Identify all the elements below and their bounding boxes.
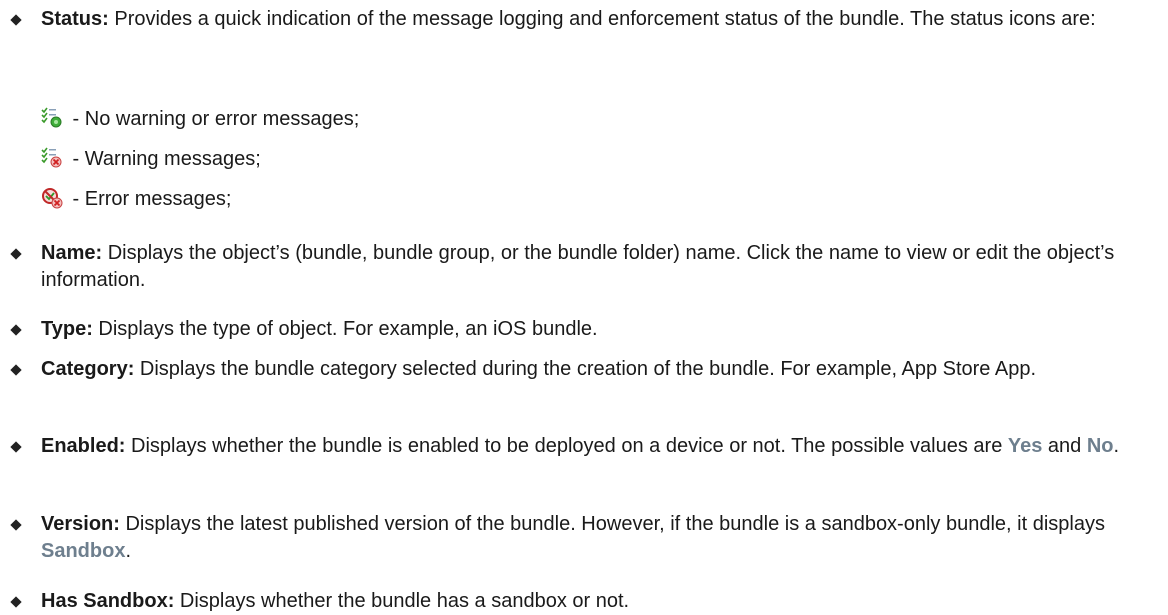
status-icon-row-ok: - No warning or error messages;	[41, 106, 359, 132]
status-icon-row-error: - Error messages;	[41, 186, 231, 212]
description-status: Provides a quick indication of the messa…	[108, 8, 1096, 30]
error-status-icon	[41, 187, 63, 209]
bullet-icon	[10, 324, 22, 336]
value-sandbox: Sandbox	[41, 540, 126, 562]
bullet-icon	[10, 248, 22, 260]
bullet-icon	[10, 14, 22, 26]
status-icon-label-warning: - Warning messages;	[67, 148, 261, 170]
status-icon-label-ok: - No warning or error messages;	[67, 108, 360, 130]
term-has-sandbox: Has Sandbox:	[41, 590, 175, 612]
value-yes: Yes	[1007, 435, 1043, 457]
term-category: Category:	[41, 358, 135, 380]
status-icon-label-error: - Error messages;	[67, 188, 232, 210]
term-name: Name:	[41, 242, 103, 264]
description-has-sandbox: Displays whether the bundle has a sandbo…	[174, 590, 630, 612]
no-warning-status-icon	[41, 107, 63, 129]
bullet-icon	[10, 596, 22, 608]
term-enabled: Enabled:	[41, 435, 126, 457]
term-type: Type:	[41, 318, 93, 340]
value-no: No	[1086, 435, 1114, 457]
description-category: Displays the bundle category selected du…	[134, 358, 1037, 380]
description-type: Displays the type of object. For example…	[92, 318, 598, 340]
bullet-icon	[10, 364, 22, 376]
warning-status-icon	[41, 147, 63, 169]
bullet-icon	[10, 519, 22, 531]
description-name: Displays the object’s (bundle, bundle gr…	[41, 242, 1115, 291]
term-version: Version:	[41, 513, 120, 535]
term-status: Status:	[41, 8, 109, 30]
bullet-icon	[10, 441, 22, 453]
status-icon-row-warning: - Warning messages;	[41, 146, 261, 172]
